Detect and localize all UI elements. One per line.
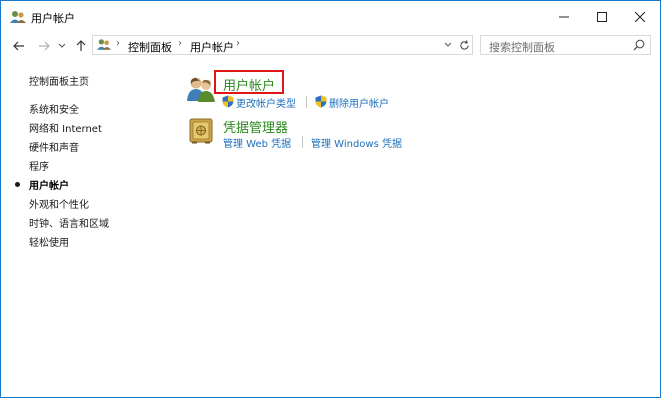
- breadcrumb-control-panel[interactable]: 控制面板: [128, 39, 172, 55]
- link-divider: [306, 96, 307, 108]
- users-icon: [10, 11, 26, 23]
- uac-shield-icon: [222, 95, 234, 108]
- navigation-bar: › 控制面板 › 用户帐户 › 搜索控制面板: [1, 33, 660, 59]
- breadcrumb-separator[interactable]: ›: [236, 38, 240, 49]
- forward-button[interactable]: [35, 36, 53, 56]
- sidebar-item-clock-region[interactable]: 时钟、语言和区域: [29, 215, 109, 230]
- forward-arrow-icon: [39, 41, 50, 51]
- sidebar-item-system-security[interactable]: 系统和安全: [29, 101, 79, 116]
- sidebar-item-programs[interactable]: 程序: [29, 158, 49, 173]
- breadcrumb-user-accounts[interactable]: 用户帐户: [190, 39, 234, 55]
- breadcrumb-separator[interactable]: ›: [178, 38, 182, 49]
- up-button[interactable]: [72, 36, 90, 56]
- remove-user-accounts-link[interactable]: 删除用户帐户: [329, 95, 389, 110]
- search-icon[interactable]: [633, 39, 645, 51]
- window-title: 用户帐户: [31, 12, 75, 25]
- sidebar-item-network-internet[interactable]: 网络和 Internet: [29, 120, 102, 135]
- maximize-button[interactable]: [583, 1, 621, 33]
- change-account-type-link[interactable]: 更改帐户类型: [236, 95, 296, 110]
- refresh-icon: [459, 39, 469, 50]
- sidebar-item-ease-of-access[interactable]: 轻松使用: [29, 234, 69, 249]
- vault-icon[interactable]: [189, 118, 213, 144]
- back-arrow-icon: [13, 41, 24, 51]
- breadcrumb-separator[interactable]: ›: [116, 38, 120, 49]
- users-icon: [97, 39, 111, 50]
- control-panel-window: 用户帐户 › 控制面板 › 用户帐户 › 搜索控制面板 控制面板主页 系统和安全…: [0, 0, 661, 398]
- close-button[interactable]: [621, 1, 659, 33]
- category-title-credential-manager[interactable]: 凭据管理器: [223, 117, 288, 136]
- search-placeholder: 搜索控制面板: [489, 41, 555, 54]
- sidebar-item-user-accounts[interactable]: 用户帐户: [29, 177, 69, 192]
- address-bar[interactable]: › 控制面板 › 用户帐户 ›: [92, 35, 473, 55]
- title-bar: 用户帐户: [1, 1, 660, 33]
- manage-windows-credentials-link[interactable]: 管理 Windows 凭据: [311, 135, 402, 150]
- sidebar-item-control-panel-home[interactable]: 控制面板主页: [29, 73, 89, 88]
- sidebar-item-hardware-sound[interactable]: 硬件和声音: [29, 139, 79, 154]
- category-title-user-accounts[interactable]: 用户帐户: [223, 75, 275, 94]
- minimize-button[interactable]: [545, 1, 583, 33]
- up-arrow-icon: [76, 40, 86, 51]
- sidebar-item-appearance[interactable]: 外观和个性化: [29, 196, 89, 211]
- close-icon: [635, 12, 645, 22]
- uac-shield-icon: [315, 95, 327, 108]
- back-button[interactable]: [10, 36, 28, 56]
- chevron-down-icon: [444, 42, 452, 47]
- users-icon[interactable]: [186, 75, 216, 103]
- refresh-button[interactable]: [456, 36, 472, 54]
- manage-web-credentials-link[interactable]: 管理 Web 凭据: [223, 135, 291, 150]
- recent-locations-button[interactable]: [56, 36, 68, 56]
- maximize-icon: [597, 12, 607, 22]
- minimize-icon: [559, 16, 569, 18]
- link-divider: [302, 136, 303, 148]
- address-dropdown-button[interactable]: [441, 36, 455, 54]
- chevron-down-icon: [58, 43, 66, 48]
- active-item-bullet: [15, 182, 20, 187]
- search-input[interactable]: 搜索控制面板: [480, 35, 651, 55]
